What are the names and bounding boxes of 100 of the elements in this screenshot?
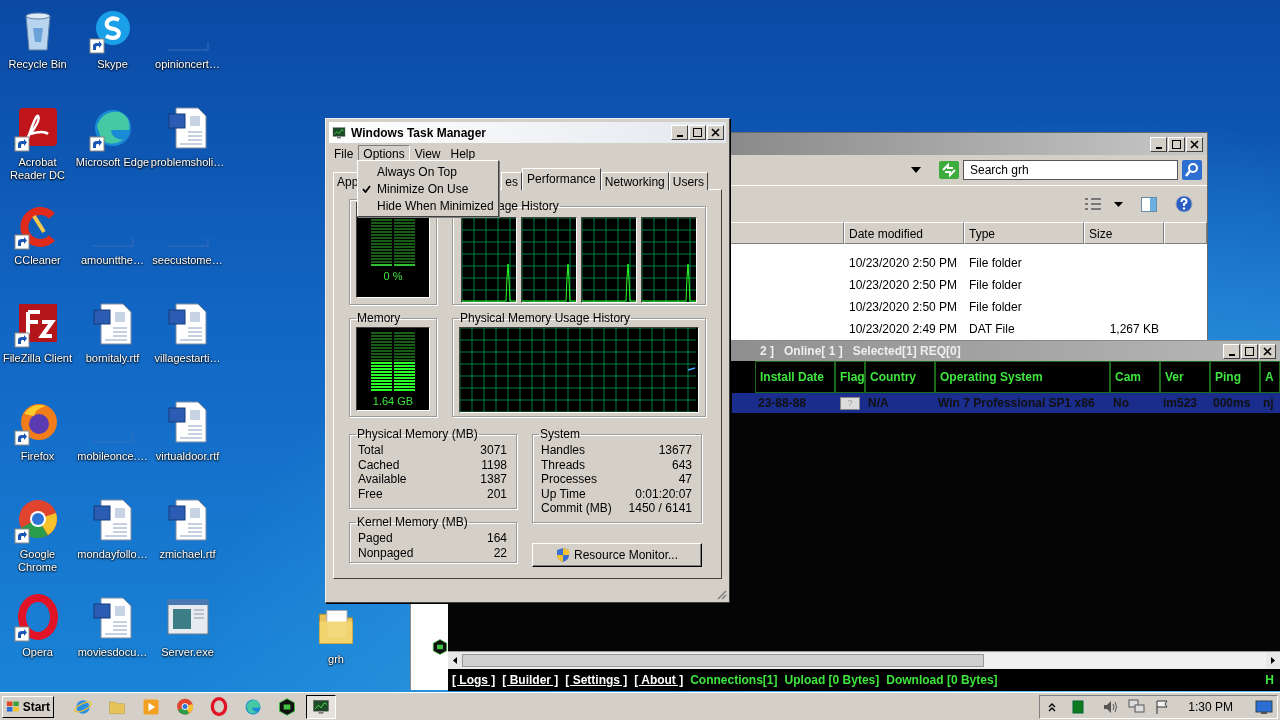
desktop-icon-label[interactable]: FileZilla Client [2,352,73,365]
desktop-icon-label[interactable]: problemsholi… [150,156,225,169]
help-icon[interactable] [1175,195,1193,213]
column-header[interactable]: Ping [1210,361,1260,393]
status-link[interactable]: [ Builder ] [502,673,559,687]
refresh-icon[interactable] [939,161,959,179]
maximize-button[interactable] [1241,343,1258,359]
maximize-button[interactable] [689,125,706,140]
search-field[interactable]: Search grh [963,160,1178,180]
table-cell-text: 23-88-88 [757,395,808,412]
desktop-icon-label[interactable]: Microsoft Edge [75,156,150,169]
desktop-icon-label[interactable]: Acrobat Reader DC [0,156,75,182]
desktop-icon-label[interactable]: bornitaly.rtf [85,352,140,365]
maximize-button[interactable] [1168,136,1185,152]
maximize-icon [1172,139,1181,149]
desktop-icon-label[interactable]: zmichael.rtf [159,548,216,561]
desktop-icon-label[interactable]: mobileonce.… [77,450,148,463]
preview-pane-icon[interactable] [1141,196,1157,212]
menu-item[interactable]: View [409,145,446,163]
desktop-icon-label[interactable]: villagestarti… [154,352,221,365]
status-text: Upload [0 Bytes] [784,673,880,687]
minimize-button[interactable] [1223,343,1240,359]
close-button[interactable] [1186,136,1203,152]
minimize-button[interactable] [1150,136,1167,152]
stat-value: 47 [678,472,692,487]
stat-label: Processes [541,472,598,487]
desktop-icon-label[interactable]: seecustome… [152,254,223,267]
column-header[interactable]: Cam [1110,361,1160,393]
table-cell-text: N/A [867,395,890,412]
column-header[interactable]: A [1260,361,1280,393]
tab[interactable]: es [501,172,523,190]
monitor-icon [331,124,347,141]
stat-label: Handles [541,443,586,458]
column-header[interactable]: Type [964,222,1084,244]
desktop-icon-label[interactable]: Server.exe [161,646,214,659]
menu-option[interactable]: Always On Top [377,164,457,179]
taskbar-button[interactable] [306,694,336,719]
tab[interactable]: Users [668,172,709,190]
tab[interactable]: Networking [600,172,669,190]
table-cell-text: Win 7 Professional SP1 x86 [937,395,1096,412]
column-header[interactable]: Date modified [844,222,964,244]
meter-reading: 1.64 GB [372,395,414,407]
close-button[interactable] [707,125,724,140]
desktop-icon-label[interactable]: Recycle Bin [8,58,67,71]
desktop-icon-label[interactable]: Google Chrome [0,548,75,574]
caret-icon[interactable] [911,167,921,173]
desktop-icon-label[interactable]: moviesdocu… [77,646,148,659]
desktop-icon-label[interactable]: amountthe… [81,254,144,267]
status-link[interactable]: [ About ] [634,673,684,687]
stat-label: Available [358,472,407,487]
flag-icon[interactable] [1154,698,1171,715]
ring-icon [209,696,229,717]
tray-app-icon[interactable] [1072,699,1085,714]
column-header[interactable]: Size [1084,222,1164,244]
stat-value: 0:01:20:07 [635,486,692,502]
caret-icon[interactable] [1114,201,1123,207]
column-header[interactable]: Operating System [935,361,1110,393]
stat-label: Up Time [541,486,586,502]
desktop-icon-label[interactable]: Firefox [20,450,55,463]
status-link[interactable]: [ Logs ] [452,673,496,687]
status-text: Connections[1] [690,673,778,687]
menu-item[interactable]: Help [445,145,481,163]
show-desktop-icon[interactable] [1255,698,1273,715]
desktop-icon-label[interactable]: mondayfollo… [77,548,148,561]
desktop-icon-label[interactable]: Skype [97,58,128,71]
window-title: 2 ] Online[ 1 ] Selected[1] REQ[0] [760,344,961,358]
scrollbar-thumb[interactable] [462,654,984,667]
stat-value: 201 [486,486,507,502]
column-header[interactable]: Flag [835,361,865,393]
menu-option[interactable]: Hide When Minimized [377,198,494,213]
desktop-icon-label[interactable]: opinioncert… [155,58,220,71]
column-header[interactable]: Install Date [755,361,835,393]
resource-monitor-button[interactable]: Resource Monitor... [532,543,702,567]
minimize-button[interactable] [671,125,688,140]
menu-item[interactable]: File [329,145,359,163]
status-link[interactable]: [ Settings ] [565,673,628,687]
chevron-up-icon[interactable] [1048,701,1057,712]
menu-option[interactable]: Minimize On Use [377,181,469,196]
tab[interactable]: Performance [522,168,601,190]
column-header[interactable]: Country [865,361,935,393]
start-button[interactable]: Start [2,695,54,718]
column-header[interactable] [1164,222,1207,244]
clock[interactable]: 1:30 PM [1188,699,1233,714]
close-button[interactable] [1259,343,1276,359]
column-header[interactable]: Ver [1160,361,1210,393]
status-text: H [1265,673,1274,687]
shield-icon [555,547,570,563]
desktop-icon-label[interactable]: virtualdoor.rtf [155,450,220,463]
desktop-icon-label[interactable]: Opera [22,646,53,659]
hexagon-icon [277,696,297,717]
column-header[interactable] [730,222,844,244]
table-cell-text: nj [1262,395,1275,412]
resize-grip-icon[interactable] [715,588,727,600]
desktop-icon-label[interactable]: grh [328,653,344,666]
search-icon[interactable] [1182,160,1202,180]
network-icon[interactable] [1128,698,1147,715]
list-view-icon[interactable] [1084,197,1102,211]
table-cell-text: No [1112,395,1130,412]
desktop-icon-label[interactable]: CCleaner [14,254,61,267]
stat-label: Total [358,443,384,458]
